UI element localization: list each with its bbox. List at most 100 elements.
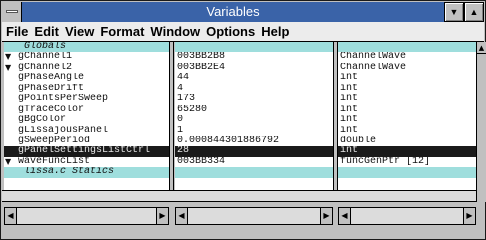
expand-triangle-icon[interactable]: ▼: [5, 157, 11, 167]
variable-type: int: [340, 73, 359, 84]
table-row[interactable]: 4: [175, 84, 333, 94]
section-header-row[interactable]: Globals: [4, 42, 169, 53]
table-row[interactable]: gPanelSettingsListCtrl: [4, 146, 169, 157]
scroll-left-arrow-icon[interactable]: ◀: [176, 208, 188, 224]
menu-file[interactable]: File: [2, 22, 31, 42]
variable-value: 4: [177, 83, 184, 94]
variable-value: 003BB334: [177, 156, 226, 167]
vertical-scrollbar[interactable]: ▲: [476, 42, 486, 202]
menu-window[interactable]: Window: [147, 22, 203, 42]
table-row[interactable]: double: [338, 136, 476, 146]
variable-name: lissa.c Statics: [24, 167, 115, 178]
expand-triangle-icon[interactable]: ▼: [5, 63, 11, 73]
variable-type: funcGenPtr [12]: [340, 156, 431, 167]
table-row[interactable]: 003BB334: [175, 157, 333, 167]
column-divider[interactable]: [169, 42, 174, 202]
variable-type: int: [340, 125, 359, 136]
maximize-icon[interactable]: ▲: [464, 2, 484, 22]
table-row[interactable]: gSweepPeriod: [4, 136, 169, 146]
variable-type: int: [340, 94, 359, 105]
table-row[interactable]: ▼ gChannel2: [4, 63, 169, 73]
table-row[interactable]: ▼ gChannel1: [4, 52, 169, 62]
variable-value: 44: [177, 73, 190, 84]
scroll-right-arrow-icon[interactable]: ▶: [320, 208, 332, 224]
variable-value: 003BB2B8: [177, 52, 226, 63]
variable-name: gPointsPerSweep: [18, 94, 109, 105]
table-row[interactable]: 28: [175, 146, 333, 157]
variable-type: ChannelWave: [340, 52, 407, 63]
table-row[interactable]: gPhaseDrift: [4, 84, 169, 94]
menu-help[interactable]: Help: [258, 22, 292, 42]
variable-name: gTraceColor: [18, 104, 85, 115]
menu-format[interactable]: Format: [97, 22, 147, 42]
scroll-left-arrow-icon[interactable]: ◀: [5, 208, 17, 224]
variable-type: int: [340, 104, 359, 115]
menu-view[interactable]: View: [62, 22, 97, 42]
variable-name: gPhaseDrift: [18, 83, 85, 94]
variable-value: 0: [177, 115, 184, 126]
table-row[interactable]: int: [338, 94, 476, 104]
variable-value: 0.000844301886792: [177, 135, 280, 146]
scroll-left-arrow-icon[interactable]: ◀: [339, 208, 351, 224]
variable-type: int: [340, 146, 359, 157]
type-column: ChannelWave ChannelWave int int int int int int…: [338, 42, 476, 190]
variable-value: 65280: [177, 104, 208, 115]
variable-type: int: [340, 115, 359, 126]
table-row[interactable]: 0.000844301886792: [175, 136, 333, 146]
table-row[interactable]: 0: [175, 115, 333, 125]
table-row[interactable]: 173: [175, 94, 333, 104]
variable-name: gBgColor: [18, 115, 67, 126]
variable-name: gLissajousPanel: [18, 125, 109, 136]
scroll-up-arrow-icon[interactable]: ▲: [477, 42, 486, 54]
variable-type: int: [340, 83, 359, 94]
variable-value: 173: [177, 94, 196, 105]
table-row[interactable]: gLissajousPanel: [4, 126, 169, 136]
variable-name: gPanelSettingsListCtrl: [18, 146, 151, 157]
table-row[interactable]: 003BB2B8: [175, 52, 333, 62]
table-row[interactable]: ChannelWave: [338, 52, 476, 62]
pane-splitter[interactable]: [2, 190, 476, 202]
expand-triangle-icon[interactable]: ▼: [5, 52, 11, 62]
table-row[interactable]: int: [338, 126, 476, 136]
window-title: Variables: [22, 2, 444, 22]
variable-name: gPhaseAngle: [18, 73, 85, 84]
table-row[interactable]: funcGenPtr [12]: [338, 157, 476, 167]
menu-edit[interactable]: Edit: [31, 22, 62, 42]
name-horizontal-scrollbar[interactable]: ◀ ▶: [4, 207, 169, 225]
table-row[interactable]: int: [338, 84, 476, 94]
section-header-row[interactable]: [338, 42, 476, 53]
variable-name: Globals: [24, 42, 67, 52]
table-row[interactable]: int: [338, 105, 476, 115]
section-header-row[interactable]: lissa.c Statics: [4, 167, 169, 178]
menu-bar: File Edit View Format Window Options Help: [2, 22, 484, 42]
scroll-right-arrow-icon[interactable]: ▶: [156, 208, 168, 224]
variable-value: 28: [177, 146, 190, 157]
table-row[interactable]: gTraceColor: [4, 105, 169, 115]
type-horizontal-scrollbar[interactable]: ◀ ▶: [338, 207, 476, 225]
scroll-right-arrow-icon[interactable]: ▶: [463, 208, 475, 224]
table-row[interactable]: ChannelWave: [338, 63, 476, 73]
system-menu-icon[interactable]: [2, 2, 22, 22]
table-row[interactable]: gPhaseAngle: [4, 73, 169, 83]
value-horizontal-scrollbar[interactable]: ◀ ▶: [175, 207, 333, 225]
variable-type: ChannelWave: [340, 62, 407, 73]
table-row[interactable]: 44: [175, 73, 333, 83]
table-row[interactable]: 003BB2E4: [175, 63, 333, 73]
variable-value: 003BB2E4: [177, 62, 226, 73]
title-bar[interactable]: Variables ▼ ▲: [2, 2, 484, 22]
table-row[interactable]: gBgColor: [4, 115, 169, 125]
minimize-icon[interactable]: ▼: [444, 2, 464, 22]
section-header-row[interactable]: [175, 167, 333, 178]
table-row[interactable]: int: [338, 146, 476, 157]
variable-name: gChannel1: [18, 52, 73, 63]
table-row[interactable]: 65280: [175, 105, 333, 115]
table-row[interactable]: 1: [175, 126, 333, 136]
section-header-row[interactable]: [175, 42, 333, 53]
table-row[interactable]: ▼ waveFuncList: [4, 157, 169, 167]
table-row[interactable]: gPointsPerSweep: [4, 94, 169, 104]
section-header-row[interactable]: [338, 167, 476, 178]
variables-window: Variables ▼ ▲ File Edit View Format Window Op…: [0, 0, 486, 240]
menu-options[interactable]: Options: [203, 22, 258, 42]
table-row[interactable]: int: [338, 73, 476, 83]
table-row[interactable]: int: [338, 115, 476, 125]
